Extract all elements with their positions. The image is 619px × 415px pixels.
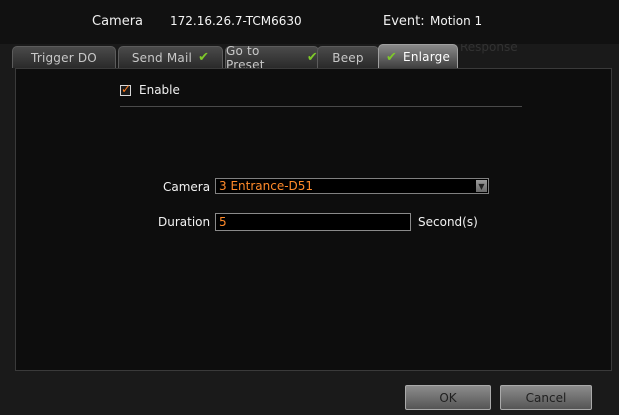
- camera-header-label: Camera: [92, 14, 144, 29]
- enable-checkbox[interactable]: ✓: [120, 82, 132, 96]
- tab-go-to-preset[interactable]: Go to Preset ✔: [225, 44, 319, 72]
- checkmark-icon: ✓: [121, 82, 132, 96]
- camera-select[interactable]: 3 Entrance-D51 ▼: [215, 178, 489, 194]
- tab-label: Beep: [332, 50, 364, 65]
- enable-label: Enable: [139, 83, 180, 97]
- camera-select-value: 3 Entrance-D51: [219, 179, 314, 193]
- tab-label: Enlarge: [403, 50, 451, 64]
- ok-button[interactable]: OK: [405, 385, 491, 410]
- cancel-button-label: Cancel: [525, 390, 567, 405]
- tab-beep[interactable]: Beep: [317, 46, 379, 68]
- action-tabs: Trigger DO Send Mail ✔ Go to Preset ✔ Be…: [12, 44, 612, 72]
- event-header-value: Motion 1: [430, 14, 483, 28]
- duration-input-value: 5: [219, 215, 227, 229]
- camera-field-label: Camera: [163, 180, 211, 194]
- duration-field-label: Duration: [158, 215, 211, 229]
- tab-send-mail[interactable]: Send Mail ✔: [118, 46, 223, 68]
- event-header-label: Event:: [383, 14, 425, 29]
- tab-enlarge[interactable]: ✔ Enlarge: [378, 44, 458, 69]
- divider: [120, 106, 522, 107]
- camera-header-value: 172.16.26.7-TCM6630: [170, 14, 302, 28]
- ok-button-label: OK: [439, 390, 457, 405]
- duration-unit-label: Second(s): [418, 215, 478, 229]
- tab-label: Send Mail: [131, 50, 193, 65]
- tab-label: Trigger DO: [31, 50, 97, 65]
- dropdown-arrow-icon[interactable]: ▼: [476, 180, 487, 192]
- cancel-button[interactable]: Cancel: [500, 385, 592, 410]
- dialog-header: Camera 172.16.26.7-TCM6630 Event: Motion…: [0, 0, 619, 44]
- checkmark-icon: ✔: [385, 49, 398, 65]
- checkmark-icon: ✔: [198, 50, 210, 65]
- tab-trigger-do[interactable]: Trigger DO: [12, 46, 116, 68]
- duration-input[interactable]: 5: [215, 213, 411, 231]
